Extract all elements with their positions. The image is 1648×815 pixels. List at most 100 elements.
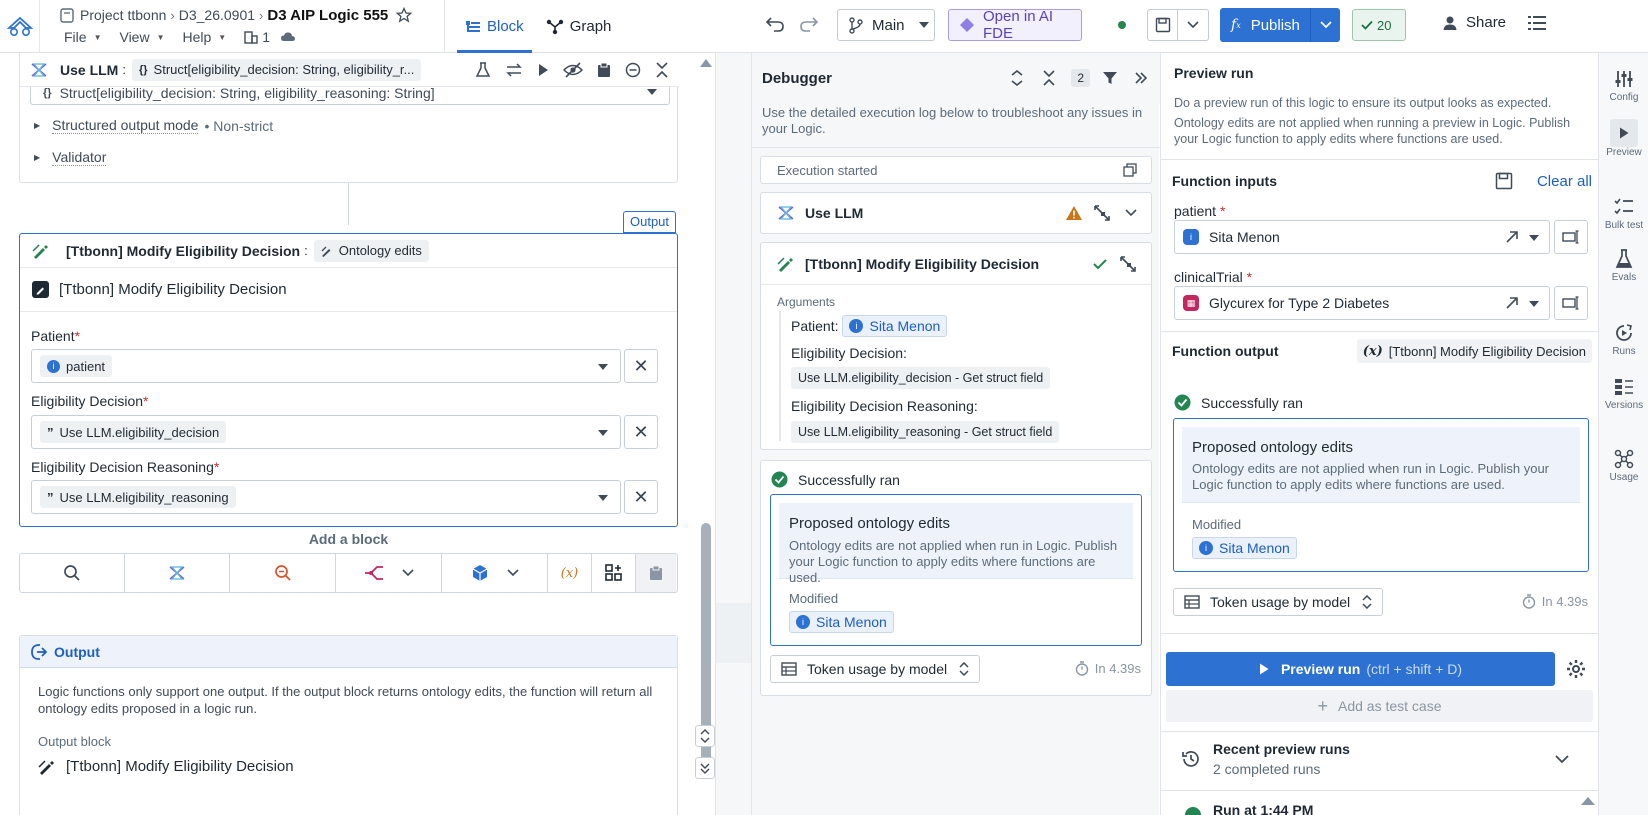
clear-patient-button[interactable]: ✕ bbox=[624, 349, 658, 383]
action-selector[interactable]: [Ttbonn] Modify Eligibility Decision bbox=[20, 268, 677, 312]
open-link-icon[interactable] bbox=[1505, 230, 1519, 244]
save-icon[interactable] bbox=[1148, 10, 1178, 40]
patient-input[interactable]: i patient bbox=[31, 349, 621, 383]
modified-object-chip[interactable]: i Sita Menon bbox=[789, 611, 894, 633]
preview-description: Do a preview run of this logic to ensure… bbox=[1174, 95, 1589, 147]
patient-label: Patient* bbox=[31, 328, 81, 344]
clipboard-icon[interactable] bbox=[597, 62, 611, 78]
add-object-block-button[interactable] bbox=[442, 554, 548, 592]
scroll-up-icon[interactable] bbox=[1581, 797, 1595, 805]
link-arrows-icon[interactable] bbox=[1119, 255, 1137, 273]
debug-step-modify-header[interactable]: [Ttbonn] Modify Eligibility Decision bbox=[761, 243, 1151, 285]
open-in-ai-fde-button[interactable]: Open in AI FDE bbox=[948, 8, 1082, 42]
clear-all-link[interactable]: Clear all bbox=[1537, 173, 1592, 190]
swap-icon[interactable] bbox=[505, 62, 523, 78]
tab-block[interactable]: Block bbox=[457, 0, 532, 53]
add-llm-block-button[interactable] bbox=[125, 554, 230, 592]
flask-icon bbox=[1599, 247, 1648, 271]
flask-icon[interactable] bbox=[475, 61, 491, 78]
rail-evals[interactable]: Evals bbox=[1599, 247, 1648, 283]
braces-icon: {} bbox=[138, 63, 148, 76]
preview-modified-label: Modified bbox=[1192, 517, 1242, 532]
preview-trial-input[interactable]: ▦ Glycurex for Type 2 Diabetes bbox=[1174, 286, 1550, 320]
scroll-expand-button[interactable] bbox=[695, 725, 715, 747]
proposed-edits-title: Proposed ontology edits bbox=[789, 515, 950, 532]
search-block-button[interactable] bbox=[20, 554, 125, 592]
add-branch-block-button[interactable] bbox=[336, 554, 442, 592]
tab-graph[interactable]: Graph bbox=[538, 0, 620, 53]
argument-patient-chip[interactable]: i Sita Menon bbox=[842, 315, 948, 337]
clear-reasoning-button[interactable]: ✕ bbox=[624, 480, 658, 514]
rail-runs[interactable]: Runs bbox=[1599, 321, 1648, 357]
eye-off-icon[interactable] bbox=[563, 61, 583, 78]
breadcrumb-project[interactable]: Project ttbonn bbox=[80, 7, 166, 23]
menu-view[interactable]: View ▼ bbox=[119, 29, 164, 45]
add-variable-button[interactable]: (x) bbox=[548, 554, 592, 592]
recent-run-item[interactable]: Run at 1:44 PM bbox=[1185, 797, 1313, 815]
collapse-all-icon[interactable] bbox=[1043, 70, 1055, 86]
shared-count[interactable]: 1 bbox=[244, 29, 270, 45]
rail-usage[interactable]: Usage bbox=[1599, 447, 1648, 483]
eligibility-reasoning-label: Eligibility Decision Reasoning* bbox=[31, 459, 220, 475]
rail-config[interactable]: Config bbox=[1599, 67, 1648, 103]
link-arrows-icon[interactable] bbox=[1093, 204, 1111, 222]
clear-eligibility-button[interactable]: ✕ bbox=[624, 415, 658, 449]
scroll-collapse-button[interactable] bbox=[695, 757, 715, 779]
rail-versions[interactable]: Versions bbox=[1599, 375, 1648, 411]
gear-icon[interactable] bbox=[1566, 659, 1586, 679]
patient-input-mode-button[interactable] bbox=[1554, 220, 1588, 254]
cloud-status[interactable] bbox=[280, 30, 296, 44]
rail-bulk-test[interactable]: Bulk test bbox=[1599, 195, 1648, 231]
caret-down-icon bbox=[598, 430, 608, 436]
collapse-icon[interactable] bbox=[655, 61, 669, 78]
eligibility-decision-input[interactable]: ” Use LLM.eligibility_decision bbox=[31, 415, 621, 449]
preview-run-label: Preview run bbox=[1280, 661, 1361, 677]
undo-icon[interactable] bbox=[765, 15, 785, 33]
structured-output-mode-row[interactable]: ▶ Structured output mode • Non-strict bbox=[34, 117, 273, 134]
expand-all-icon[interactable] bbox=[1011, 70, 1023, 86]
filter-icon[interactable] bbox=[1102, 70, 1118, 86]
menu-help[interactable]: Help ▼ bbox=[183, 29, 227, 45]
validator-row[interactable]: ▶ Validator bbox=[34, 149, 107, 166]
output-type-field[interactable]: {} Struct[eligibility_decision: String, … bbox=[30, 87, 670, 105]
chevron-down-icon[interactable] bbox=[1310, 8, 1340, 42]
chevron-down-icon[interactable] bbox=[1125, 209, 1137, 217]
copy-icon[interactable] bbox=[1123, 163, 1137, 177]
share-button[interactable]: Share bbox=[1442, 14, 1506, 31]
play-icon[interactable] bbox=[537, 63, 549, 77]
preview-run-button[interactable]: Preview run (ctrl + shift + D) bbox=[1166, 652, 1555, 686]
scroll-up-icon[interactable] bbox=[700, 59, 712, 67]
rail-preview[interactable]: Preview bbox=[1599, 115, 1648, 165]
open-link-icon[interactable] bbox=[1505, 296, 1519, 310]
menu-file[interactable]: File ▼ bbox=[64, 29, 101, 45]
checks-badge[interactable]: 20 bbox=[1352, 9, 1406, 41]
eligibility-reasoning-input[interactable]: ” Use LLM.eligibility_reasoning bbox=[31, 480, 621, 514]
caret-down-icon bbox=[598, 495, 608, 501]
app-logo[interactable] bbox=[0, 0, 40, 53]
add-test-case-button[interactable]: + Add as test case bbox=[1166, 690, 1593, 722]
recent-runs-header[interactable]: Recent preview runs 2 completed runs bbox=[1161, 733, 1599, 785]
double-chevron-right-icon[interactable] bbox=[1134, 71, 1148, 85]
minus-circle-icon[interactable] bbox=[625, 62, 641, 78]
save-icon[interactable] bbox=[1495, 172, 1513, 190]
paste-block-button[interactable] bbox=[636, 554, 676, 592]
publish-button[interactable]: fx Publish bbox=[1220, 8, 1340, 42]
redo-icon[interactable] bbox=[799, 15, 819, 33]
breadcrumb-folder[interactable]: D3_26.0901 bbox=[179, 7, 255, 23]
caret-down-icon bbox=[1529, 301, 1539, 307]
chevron-down-icon[interactable] bbox=[1178, 10, 1208, 40]
more-blocks-button[interactable] bbox=[592, 554, 636, 592]
preview-modified-chip[interactable]: i Sita Menon bbox=[1192, 537, 1297, 559]
branch-selector[interactable]: Main bbox=[837, 9, 935, 41]
debug-step-use-llm[interactable]: Use LLM bbox=[760, 192, 1152, 234]
preview-patient-input[interactable]: i Sita Menon bbox=[1174, 220, 1550, 254]
add-search-ontology-button[interactable] bbox=[230, 554, 336, 592]
preview-duration-value: In 4.39s bbox=[1541, 594, 1588, 609]
scrollbar-track[interactable] bbox=[695, 53, 715, 815]
trial-input-mode-button[interactable] bbox=[1554, 286, 1588, 320]
preview-token-usage-select[interactable]: Token usage by model bbox=[1173, 588, 1384, 616]
menu-list-icon[interactable] bbox=[1527, 14, 1547, 32]
token-usage-select[interactable]: Token usage by model bbox=[770, 655, 981, 683]
breadcrumb-current[interactable]: D3 AIP Logic 555 bbox=[267, 7, 388, 24]
star-icon[interactable] bbox=[396, 7, 413, 23]
